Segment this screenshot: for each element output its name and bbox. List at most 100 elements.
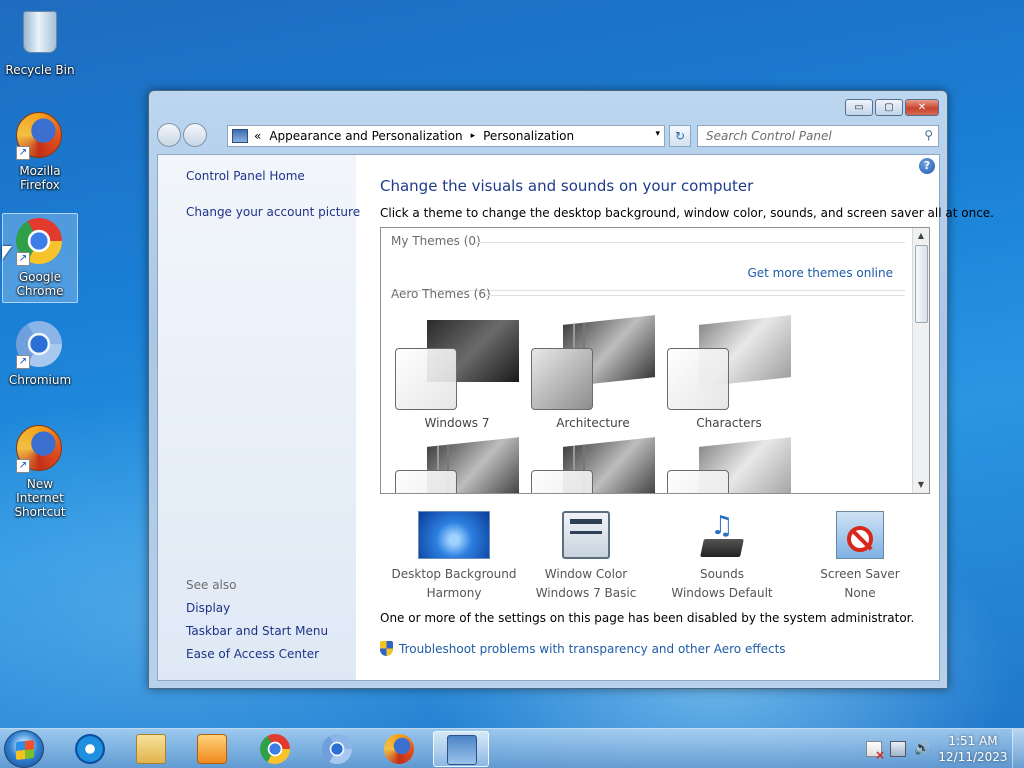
admin-disabled-notice: One or more of the settings on this page… bbox=[380, 611, 915, 625]
scroll-thumb[interactable] bbox=[915, 245, 928, 323]
breadcrumb-appearance[interactable]: Appearance and Personalization bbox=[269, 129, 462, 143]
theme-color-swatch bbox=[667, 348, 729, 410]
desktop-icon-label: Chromium bbox=[8, 373, 72, 387]
theme-architecture[interactable]: Architecture bbox=[531, 315, 655, 440]
see-also-label: See also bbox=[186, 578, 237, 592]
maximize-button[interactable]: ▢ bbox=[875, 99, 903, 116]
desktop-icon-new-internet-shortcut[interactable]: ↗ New Internet Shortcut bbox=[2, 421, 78, 523]
theme-characters[interactable]: Characters bbox=[667, 315, 791, 440]
desktop-icon-mozilla-firefox[interactable]: ↗ Mozilla Firefox bbox=[2, 108, 78, 196]
left-pane: Control Panel Home Change your account p… bbox=[158, 155, 360, 680]
sounds-icon: ♫ bbox=[698, 511, 746, 559]
theme-color-swatch bbox=[395, 470, 457, 493]
tile-title: Desktop Background bbox=[391, 567, 517, 581]
tile-value: None bbox=[844, 586, 876, 600]
theme-name: Architecture bbox=[556, 416, 630, 430]
system-tray: 🔊 bbox=[866, 741, 930, 762]
start-button[interactable] bbox=[4, 730, 44, 768]
help-icon[interactable]: ? bbox=[919, 158, 935, 174]
change-account-picture-link[interactable]: Change your account picture bbox=[186, 205, 360, 219]
address-dropdown-icon[interactable]: ▾ bbox=[655, 129, 660, 139]
content-area: Control Panel Home Change your account p… bbox=[157, 154, 994, 681]
shield-icon bbox=[380, 641, 393, 656]
desktop-icon-label: Mozilla bbox=[19, 164, 61, 178]
windows-logo-icon bbox=[16, 740, 34, 760]
search-placeholder: Search Control Panel bbox=[706, 129, 832, 143]
address-overflow-chevron[interactable]: « bbox=[254, 129, 261, 143]
desktop-icon-label: New Internet bbox=[16, 477, 64, 505]
tile-value: Windows Default bbox=[671, 586, 773, 600]
minimize-button[interactable]: ▭ bbox=[845, 99, 873, 116]
taskbar-control-panel[interactable] bbox=[433, 731, 489, 767]
theme-windows-7[interactable]: Windows 7 bbox=[395, 320, 519, 440]
desktop-icon-label: Shortcut bbox=[14, 505, 66, 519]
tile-title: Screen Saver bbox=[820, 567, 900, 581]
desktop-icon-chromium[interactable]: ↗ Chromium bbox=[2, 317, 78, 391]
chrome-icon: ↗ bbox=[16, 218, 64, 266]
back-button[interactable] bbox=[157, 123, 181, 147]
desktop-icon-label: Firefox bbox=[20, 178, 60, 192]
taskbar-windows-explorer[interactable] bbox=[123, 731, 179, 767]
show-desktop-button[interactable] bbox=[1012, 729, 1024, 768]
control-panel-home-link[interactable]: Control Panel Home bbox=[186, 169, 305, 183]
theme-color-swatch bbox=[395, 348, 457, 410]
firefox-icon: ↗ bbox=[16, 425, 64, 473]
page-title: Change the visuals and sounds on your co… bbox=[380, 177, 754, 195]
theme-name: Windows 7 bbox=[424, 416, 490, 430]
clock-time: 1:51 AM bbox=[948, 734, 998, 748]
breadcrumb-personalization[interactable]: Personalization bbox=[483, 129, 574, 143]
theme-color-swatch bbox=[667, 470, 729, 493]
sounds-tile[interactable]: ♫ Sounds Windows Default bbox=[652, 511, 792, 600]
page-description: Click a theme to change the desktop back… bbox=[380, 206, 994, 220]
troubleshoot-link[interactable]: Troubleshoot problems with transparency … bbox=[380, 641, 786, 656]
search-icon[interactable]: ⚲ bbox=[924, 128, 933, 142]
window-color-icon bbox=[562, 511, 610, 559]
taskbar-media-player[interactable] bbox=[184, 731, 240, 767]
address-bar[interactable]: « Appearance and Personalization ▸ Perso… bbox=[227, 125, 665, 147]
desktop-icon-google-chrome[interactable]: ↗ Google Chrome bbox=[2, 213, 78, 303]
theme-partial[interactable] bbox=[531, 437, 655, 493]
taskbar-chromium[interactable] bbox=[309, 731, 365, 767]
folder-icon bbox=[136, 734, 166, 764]
screen-saver-tile[interactable]: Screen Saver None bbox=[790, 511, 930, 600]
theme-list-scrollbar[interactable]: ▲ ▼ bbox=[912, 228, 929, 493]
taskbar: 🔊 1:51 AM 12/11/2023 bbox=[0, 728, 1024, 768]
theme-list: My Themes (0) Get more themes online Aer… bbox=[380, 227, 930, 494]
tile-title: Window Color bbox=[544, 567, 628, 581]
window-color-tile[interactable]: Window Color Windows 7 Basic bbox=[516, 511, 656, 600]
desktop-icon-recycle-bin[interactable]: Recycle Bin bbox=[2, 4, 78, 81]
group-divider bbox=[485, 295, 905, 296]
tile-value: Windows 7 Basic bbox=[535, 586, 637, 600]
desktop-icon-label: Chrome bbox=[16, 284, 64, 298]
troubleshoot-link-text: Troubleshoot problems with transparency … bbox=[399, 642, 786, 656]
theme-partial[interactable] bbox=[395, 437, 519, 493]
theme-partial[interactable] bbox=[667, 437, 791, 493]
clock[interactable]: 1:51 AM 12/11/2023 bbox=[935, 733, 1011, 765]
refresh-button[interactable]: ↻ bbox=[669, 125, 691, 147]
taskbar-firefox[interactable] bbox=[371, 731, 427, 767]
chromium-icon bbox=[322, 734, 352, 764]
theme-name: Characters bbox=[696, 416, 762, 430]
close-button[interactable]: ✕ bbox=[905, 99, 939, 116]
taskbar-chrome[interactable] bbox=[247, 731, 303, 767]
my-themes-group-label: My Themes (0) bbox=[391, 234, 481, 248]
screen-saver-icon bbox=[836, 511, 884, 559]
theme-color-swatch bbox=[531, 470, 593, 493]
get-more-themes-link[interactable]: Get more themes online bbox=[747, 266, 893, 280]
mouse-pointer-icon bbox=[2, 246, 12, 260]
ease-of-access-link[interactable]: Ease of Access Center bbox=[186, 647, 319, 661]
taskbar-internet-explorer[interactable] bbox=[62, 731, 118, 767]
desktop-background-tile[interactable]: Desktop Background Harmony bbox=[384, 511, 524, 600]
volume-icon[interactable]: 🔊 bbox=[914, 741, 930, 757]
search-input[interactable]: Search Control Panel ⚲ bbox=[697, 125, 939, 147]
breadcrumb-separator-icon[interactable]: ▸ bbox=[471, 131, 476, 141]
action-center-icon[interactable] bbox=[866, 741, 885, 762]
forward-button[interactable] bbox=[183, 123, 207, 147]
taskbar-start-menu-link[interactable]: Taskbar and Start Menu bbox=[186, 624, 328, 638]
scroll-up-icon[interactable]: ▲ bbox=[913, 228, 929, 244]
scroll-down-icon[interactable]: ▼ bbox=[913, 477, 929, 493]
display-link[interactable]: Display bbox=[186, 601, 230, 615]
personalization-window: ▭ ▢ ✕ « Appearance and Personalization ▸… bbox=[148, 90, 994, 689]
aero-themes-group-label: Aero Themes (6) bbox=[391, 287, 491, 301]
network-icon[interactable] bbox=[890, 741, 906, 757]
